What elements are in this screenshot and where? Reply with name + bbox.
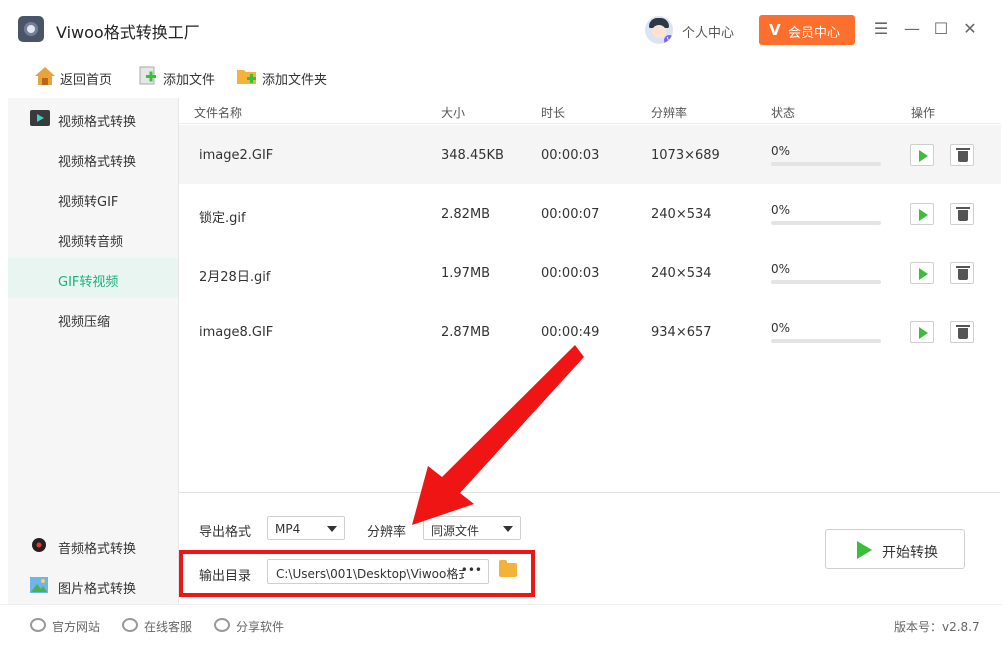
delete-button[interactable] bbox=[950, 144, 974, 166]
headset-icon bbox=[122, 618, 138, 632]
vip-center-label: 会员中心 bbox=[788, 26, 841, 41]
sidebar: 视频格式转换 视频格式转换 视频转GIF 视频转音频 GIF转视频 视频压缩 音… bbox=[8, 98, 178, 604]
export-format-select[interactable]: MP4 bbox=[267, 516, 345, 540]
toolbar: 返回首页 添加文件 添加文件夹 bbox=[0, 58, 1002, 96]
sidebar-item-gif-to-video[interactable]: GIF转视频 bbox=[8, 258, 178, 298]
file-duration: 00:00:07 bbox=[541, 207, 600, 222]
share-icon bbox=[214, 618, 230, 632]
add-file-label: 添加文件 bbox=[163, 73, 216, 88]
play-button[interactable] bbox=[910, 321, 934, 343]
trash-icon bbox=[956, 207, 970, 209]
personal-center-link[interactable]: 个人中心 bbox=[682, 22, 734, 41]
trash-icon bbox=[956, 325, 970, 327]
add-folder-label: 添加文件夹 bbox=[262, 73, 328, 88]
resolution-select[interactable]: 同源文件 bbox=[423, 516, 521, 540]
header-resolution: 分辨率 bbox=[651, 106, 688, 120]
add-folder-icon bbox=[237, 70, 256, 84]
sidebar-item-video-to-audio[interactable]: 视频转音频 bbox=[8, 218, 178, 258]
progress-text: 0% bbox=[771, 144, 791, 158]
header-status: 状态 bbox=[771, 106, 796, 120]
progress-bar bbox=[771, 162, 881, 166]
output-settings: 导出格式 MP4 分辨率 同源文件 输出目录 C:\Users\001\Desk… bbox=[178, 492, 1000, 604]
file-size: 2.87MB bbox=[441, 325, 491, 340]
table-header: 文件名称 大小 时长 分辨率 状态 操作 bbox=[179, 98, 1001, 124]
chevron-down-icon bbox=[503, 526, 513, 532]
progress-bar bbox=[771, 221, 881, 225]
app-logo-icon bbox=[18, 16, 44, 42]
table-row[interactable]: image2.GIF 348.45KB 00:00:03 1073×689 0% bbox=[179, 125, 1001, 184]
header-name: 文件名称 bbox=[194, 106, 243, 120]
trash-icon bbox=[956, 266, 970, 268]
file-resolution: 240×534 bbox=[651, 266, 712, 281]
file-resolution: 934×657 bbox=[651, 325, 712, 340]
app-title: Viwoo格式转换工厂 bbox=[56, 23, 200, 42]
home-label: 返回首页 bbox=[60, 73, 113, 88]
file-duration: 00:00:49 bbox=[541, 325, 600, 340]
footer: 官方网站 在线客服 分享软件 版本号：v2.8.7 bbox=[0, 604, 1002, 646]
progress-text: 0% bbox=[771, 203, 791, 217]
file-list: 文件名称 大小 时长 分辨率 状态 操作 image2.GIF 348.45KB… bbox=[178, 98, 1001, 492]
avatar[interactable]: V bbox=[645, 16, 673, 44]
vip-v-icon: V bbox=[769, 21, 781, 39]
file-name: 2月28日.gif bbox=[199, 270, 271, 285]
table-row[interactable]: 锁定.gif 2.82MB 00:00:07 240×534 0% bbox=[179, 184, 1001, 243]
file-duration: 00:00:03 bbox=[541, 148, 600, 163]
header-size: 大小 bbox=[441, 106, 466, 120]
video-icon bbox=[30, 110, 50, 126]
title-bar: Viwoo格式转换工厂 V 个人中心 V 会员中心 ☰ — ☐ ✕ bbox=[0, 0, 1002, 58]
maximize-icon[interactable]: ☐ bbox=[932, 20, 950, 38]
start-convert-label: 开始转换 bbox=[882, 545, 938, 561]
resolution-label: 分辨率 bbox=[367, 525, 407, 540]
version-text: 版本号：v2.8.7 bbox=[894, 620, 980, 634]
play-button[interactable] bbox=[910, 203, 934, 225]
sidebar-item-video-convert[interactable]: 视频格式转换 bbox=[8, 138, 178, 178]
play-button[interactable] bbox=[910, 262, 934, 284]
progress-text: 0% bbox=[771, 262, 791, 276]
progress-bar bbox=[771, 280, 881, 284]
sidebar-section-audio[interactable]: 音频格式转换 bbox=[8, 525, 178, 565]
file-size: 348.45KB bbox=[441, 148, 504, 163]
file-size: 1.97MB bbox=[441, 266, 491, 281]
globe-icon bbox=[30, 618, 46, 632]
play-icon bbox=[857, 541, 872, 559]
delete-button[interactable] bbox=[950, 262, 974, 284]
vip-badge-icon: V bbox=[664, 35, 673, 44]
file-name: image2.GIF bbox=[199, 148, 274, 163]
vip-center-button[interactable]: V 会员中心 bbox=[759, 15, 855, 45]
file-name: image8.GIF bbox=[199, 325, 274, 340]
play-button[interactable] bbox=[910, 144, 934, 166]
file-resolution: 240×534 bbox=[651, 207, 712, 222]
header-action: 操作 bbox=[911, 106, 936, 120]
chevron-down-icon bbox=[327, 526, 337, 532]
close-icon[interactable]: ✕ bbox=[961, 20, 979, 38]
sidebar-section-image[interactable]: 图片格式转换 bbox=[8, 565, 178, 605]
sidebar-item-video-compress[interactable]: 视频压缩 bbox=[8, 298, 178, 338]
table-row[interactable]: 2月28日.gif 1.97MB 00:00:03 240×534 0% bbox=[179, 243, 1001, 302]
annotation-highlight-box bbox=[179, 550, 535, 597]
table-row[interactable]: image8.GIF 2.87MB 00:00:49 934×657 0% bbox=[179, 302, 1001, 361]
progress-bar bbox=[771, 339, 881, 343]
image-icon bbox=[30, 577, 48, 593]
sidebar-item-video-to-gif[interactable]: 视频转GIF bbox=[8, 178, 178, 218]
file-size: 2.82MB bbox=[441, 207, 491, 222]
audio-icon bbox=[32, 538, 46, 552]
menu-icon[interactable]: ☰ bbox=[872, 20, 890, 38]
add-file-icon bbox=[139, 66, 156, 85]
start-convert-button[interactable]: 开始转换 bbox=[825, 529, 965, 569]
header-duration: 时长 bbox=[541, 106, 566, 120]
trash-icon bbox=[956, 148, 970, 150]
sidebar-section-video[interactable]: 视频格式转换 bbox=[8, 98, 178, 138]
progress-text: 0% bbox=[771, 321, 791, 335]
delete-button[interactable] bbox=[950, 203, 974, 225]
file-resolution: 1073×689 bbox=[651, 148, 720, 163]
minimize-icon[interactable]: — bbox=[903, 20, 921, 38]
file-name: 锁定.gif bbox=[199, 211, 246, 226]
file-duration: 00:00:03 bbox=[541, 266, 600, 281]
home-icon bbox=[35, 67, 55, 85]
delete-button[interactable] bbox=[950, 321, 974, 343]
export-format-label: 导出格式 bbox=[199, 525, 252, 540]
